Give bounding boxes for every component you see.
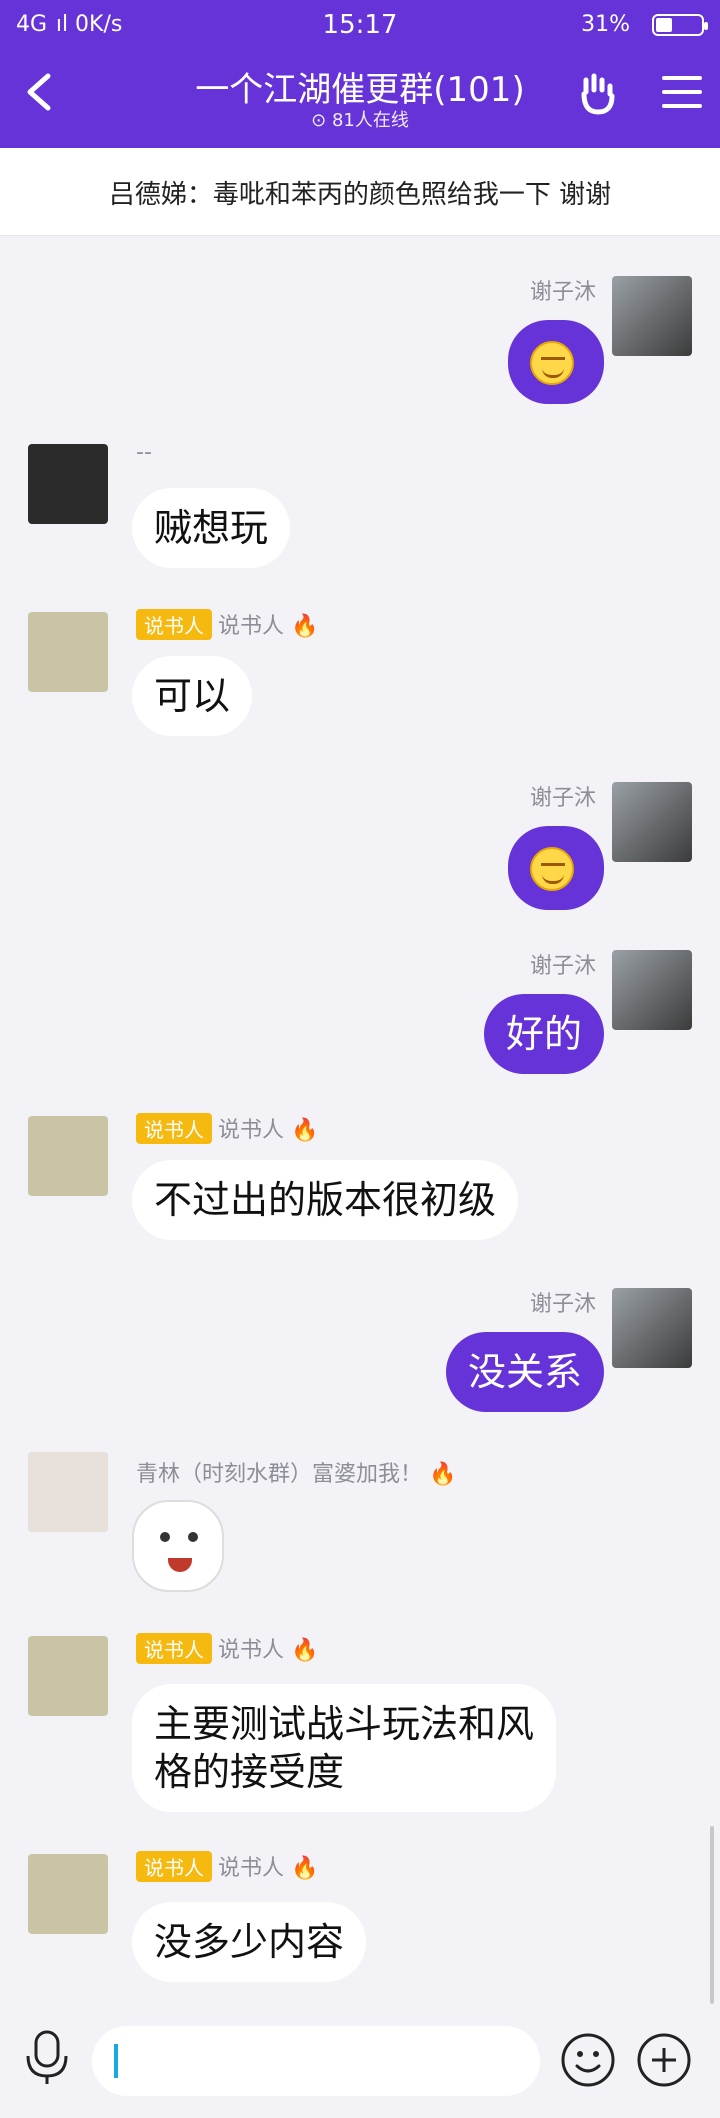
sender-name: -- [136, 440, 152, 465]
smirk-emoji-icon [530, 340, 574, 385]
sender-name: 说书人 说书人 🔥 [136, 1632, 318, 1664]
battery-percent: 31% [581, 12, 630, 37]
message-bubble[interactable]: 没关系 [445, 1332, 604, 1412]
avatar[interactable] [612, 950, 692, 1030]
gesture-hand-icon[interactable] [576, 72, 620, 116]
status-bar: 4G ıl 0K/s 15:17 31% [0, 0, 720, 48]
chat-area[interactable]: 谢子沐 -- 贼想玩 说书人 说书人 🔥 可以 谢子沐 谢子沐 好的 说书人 说书人… [0, 236, 720, 2014]
fire-icon: 🔥 [291, 1118, 319, 1143]
sender-name: 谢子沐 [529, 280, 596, 305]
fire-icon: 🔥 [291, 1856, 319, 1881]
battery-icon [652, 14, 708, 36]
notice-text: 吕德娣：毒吡和苯丙的颜色照给我一下 谢谢 [108, 180, 612, 210]
message-bubble[interactable]: 可以 [132, 656, 253, 736]
avatar[interactable] [612, 782, 692, 862]
message-bubble[interactable]: 不过出的版本很初级 [132, 1160, 519, 1240]
avatar[interactable] [28, 1452, 108, 1532]
role-badge: 说书人 [136, 1633, 212, 1664]
message-bubble[interactable]: 好的 [483, 994, 604, 1074]
message-bubble[interactable] [508, 320, 604, 404]
avatar[interactable] [28, 1854, 108, 1934]
message-bubble[interactable]: 贼想玩 [132, 488, 291, 568]
pinned-notice[interactable]: 吕德娣：毒吡和苯丙的颜色照给我一下 谢谢 [0, 148, 720, 236]
emoji-icon[interactable] [560, 2032, 616, 2088]
role-badge: 说书人 [136, 1851, 212, 1882]
message-input[interactable] [92, 2026, 540, 2096]
role-badge: 说书人 [136, 1113, 212, 1144]
sticker-image[interactable] [132, 1500, 224, 1592]
sender-name: 谢子沐 [529, 954, 596, 979]
fire-icon: 🔥 [291, 1638, 319, 1663]
message-bubble[interactable]: 主要测试战斗玩法和风 格的接受度 [132, 1684, 557, 1812]
scrollbar[interactable] [710, 1826, 714, 2004]
avatar[interactable] [28, 612, 108, 692]
top-bar: 4G ıl 0K/s 15:17 31% 一个江湖催更群(101) ⊙ 81人在… [0, 0, 720, 148]
sender-name: 青林（时刻水群）富婆加我！ 🔥 [136, 1462, 457, 1487]
online-check-icon: ⊙ [311, 110, 332, 131]
add-icon[interactable] [636, 2032, 692, 2088]
avatar[interactable] [28, 1116, 108, 1196]
fire-icon: 🔥 [291, 614, 319, 639]
role-badge: 说书人 [136, 609, 212, 640]
avatar[interactable] [612, 1288, 692, 1368]
avatar[interactable] [28, 1636, 108, 1716]
avatar[interactable] [612, 276, 692, 356]
sender-name: 说书人 说书人 🔥 [136, 1112, 318, 1144]
message-bubble[interactable] [508, 826, 604, 910]
sender-name: 谢子沐 [529, 1292, 596, 1317]
sender-name: 谢子沐 [529, 786, 596, 811]
smirk-emoji-icon [530, 846, 574, 891]
menu-icon[interactable] [662, 76, 702, 112]
message-bubble[interactable]: 没多少内容 [132, 1902, 367, 1982]
avatar[interactable] [28, 444, 108, 524]
text-caret [114, 2044, 118, 2078]
sender-name: 说书人 说书人 🔥 [136, 608, 318, 640]
sender-name: 说书人 说书人 🔥 [136, 1850, 318, 1882]
fire-icon: 🔥 [429, 1462, 457, 1487]
microphone-icon[interactable] [24, 2030, 70, 2086]
